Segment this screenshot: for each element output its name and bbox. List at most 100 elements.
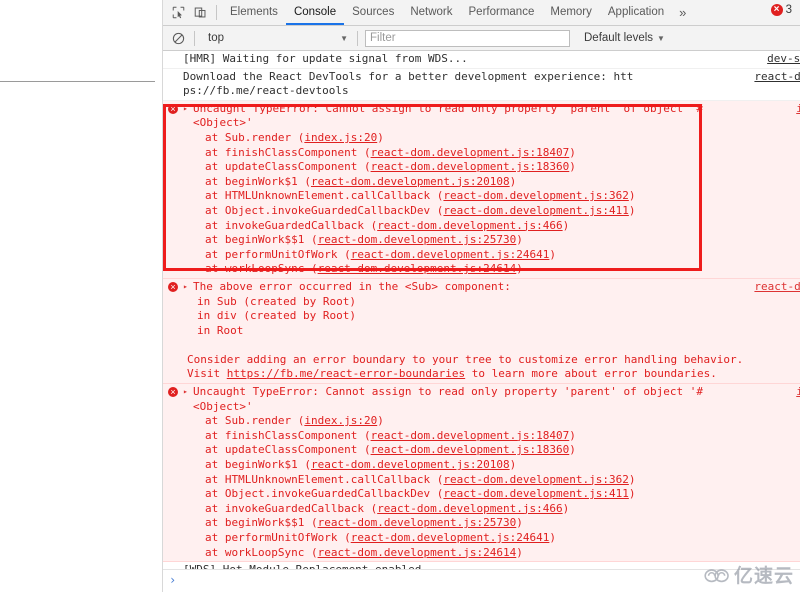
console-message-react-devtools-hint[interactable]: Download the React DevTools for a better… [163,68,800,101]
stack-link[interactable]: react-dom.development.js:24614 [318,262,517,275]
stack-link[interactable]: react-dom.development.js:20108 [311,175,510,188]
message-source-link[interactable]: index. [796,102,800,117]
error-headline: The above error occurred in the <Sub> co… [193,279,511,293]
stack-frame-4[interactable]: at HTMLUnknownElement.callCallback (reac… [183,189,800,204]
stack-close: ) [628,487,636,501]
stack-close: ) [628,472,636,486]
console-message-list[interactable]: [HMR] Waiting for update signal from WDS… [163,51,800,591]
stack-frame-3[interactable]: at beginWork$1 (react-dom.development.js… [183,458,800,473]
console-filter-toolbar: top ▼ Default levels ▼ [163,26,800,51]
error-boundaries-link[interactable]: https://fb.me/react-error-boundaries [227,367,465,380]
error-headline: Uncaught TypeError: Cannot assign to rea… [193,101,703,130]
stack-link[interactable]: react-dom.development.js:411 [443,204,628,217]
more-tabs-icon[interactable]: » [672,5,693,20]
tab-network[interactable]: Network [402,0,460,25]
devtools-tabbar: Elements Console Sources Network Perform… [163,0,800,26]
stack-link[interactable]: react-dom.development.js:18407 [371,429,570,442]
stack-frame-7[interactable]: at beginWork$$1 (react-dom.development.j… [183,233,800,248]
stack-frame-9[interactable]: at workLoopSync (react-dom.development.j… [183,262,800,277]
error-circle-icon: × [770,4,783,16]
console-message-hmr-waiting[interactable]: [HMR] Waiting for update signal from WDS… [163,51,800,69]
page-horizontal-rule [0,81,155,82]
message-source-link[interactable]: dev-server. [767,52,800,67]
stack-frame-4[interactable]: at HTMLUnknownElement.callCallback (reac… [183,473,800,488]
stack-fn: at updateClassComponent ( [205,160,371,174]
stack-fn: at invokeGuardedCallback ( [205,218,378,232]
console-message-typeerror-2[interactable]: × ▸ Uncaught TypeError: Cannot assign to… [163,384,800,563]
tab-memory[interactable]: Memory [542,0,600,25]
stack-link[interactable]: react-dom.development.js:411 [443,487,628,500]
component-stack-line-0: in Sub (created by Root) [197,294,356,308]
stack-fn: at finishClassComponent ( [205,145,371,159]
console-message-typeerror-1[interactable]: × ▸ Uncaught TypeError: Cannot assign to… [163,100,800,279]
tab-application[interactable]: Application [600,0,672,25]
execution-context-value: top [208,32,224,44]
stack-link[interactable]: react-dom.development.js:362 [443,473,628,486]
stack-frame-5[interactable]: at Object.invokeGuardedCallbackDev (reac… [183,204,800,219]
stack-close: ) [516,545,523,559]
message-source-link[interactable]: react-dom.development.js: [754,70,800,85]
stack-link[interactable]: react-dom.development.js:25730 [318,233,517,246]
stack-fn: at beginWork$$1 ( [205,233,318,247]
stack-link[interactable]: index.js:20 [304,414,377,427]
stack-link[interactable]: react-dom.development.js:362 [443,189,628,202]
stack-frame-0[interactable]: at Sub.render (index.js:20) [183,414,800,429]
execution-context-select[interactable]: top ▼ [200,32,352,44]
stack-frame-0[interactable]: at Sub.render (index.js:20) [183,131,800,146]
expand-arrow-icon[interactable]: ▸ [183,280,188,295]
stack-frame-3[interactable]: at beginWork$1 (react-dom.development.js… [183,175,800,190]
stack-frame-8[interactable]: at performUnitOfWork (react-dom.developm… [183,248,800,263]
stack-close: ) [509,458,517,472]
stack-frame-9[interactable]: at workLoopSync (react-dom.development.j… [183,546,800,561]
log-levels-select[interactable]: Default levels ▼ [584,32,665,44]
stack-link[interactable]: react-dom.development.js:466 [377,219,562,232]
stack-frame-8[interactable]: at performUnitOfWork (react-dom.developm… [183,531,800,546]
stack-link[interactable]: index.js:20 [304,131,377,144]
stack-close: ) [377,414,384,428]
tab-console[interactable]: Console [285,0,345,25]
stack-close: ) [562,218,570,232]
stack-link[interactable]: react-dom.development.js:24614 [318,546,517,559]
stack-link[interactable]: react-dom.development.js:18360 [371,160,570,173]
stack-close: ) [549,531,557,544]
stack-fn: at HTMLUnknownElement.callCallback ( [205,189,444,203]
device-toolbar-icon[interactable] [189,2,211,24]
devtools-panel: Elements Console Sources Network Perform… [163,0,800,592]
tab-sources[interactable]: Sources [344,0,402,25]
message-text: [HMR] Waiting for update signal from WDS… [183,52,468,65]
stack-link[interactable]: react-dom.development.js:24641 [351,531,550,544]
web-page-area[interactable] [0,0,163,592]
stack-link[interactable]: react-dom.development.js:18360 [371,443,570,456]
stack-frame-2[interactable]: at updateClassComponent (react-dom.devel… [183,443,800,458]
stack-link[interactable]: react-dom.development.js:24641 [351,248,550,261]
stack-close: ) [628,203,636,217]
stack-link[interactable]: react-dom.development.js:25730 [318,516,517,529]
stack-frame-7[interactable]: at beginWork$$1 (react-dom.development.j… [183,516,800,531]
clear-console-icon[interactable] [167,27,189,49]
stack-frame-5[interactable]: at Object.invokeGuardedCallbackDev (reac… [183,487,800,502]
stack-frame-1[interactable]: at finishClassComponent (react-dom.devel… [183,429,800,444]
tab-performance[interactable]: Performance [461,0,543,25]
stack-link[interactable]: react-dom.development.js:18407 [371,146,570,159]
message-source-link[interactable]: react-dom.development.js: [754,280,800,295]
error-circle-icon: × [168,281,178,292]
expand-arrow-icon[interactable]: ▸ [183,102,188,117]
inspect-element-icon[interactable] [167,2,189,24]
stack-frame-2[interactable]: at updateClassComponent (react-dom.devel… [183,160,800,175]
expand-arrow-icon[interactable]: ▸ [183,385,188,400]
stack-frame-1[interactable]: at finishClassComponent (react-dom.devel… [183,146,800,161]
stack-frame-6[interactable]: at invokeGuardedCallback (react-dom.deve… [183,219,800,234]
console-message-component-stack[interactable]: × ▸ The above error occurred in the <Sub… [163,278,800,385]
stack-link[interactable]: react-dom.development.js:466 [377,502,562,515]
filterbar-divider-2 [357,30,358,46]
stack-fn: at beginWork$1 ( [205,174,311,188]
stack-fn: at Object.invokeGuardedCallbackDev ( [205,203,444,217]
stack-frame-6[interactable]: at invokeGuardedCallback (react-dom.deve… [183,502,800,517]
tab-elements[interactable]: Elements [222,0,286,25]
stack-link[interactable]: react-dom.development.js:20108 [311,458,510,471]
error-count-badge[interactable]: × 3 [770,4,792,16]
message-source-link[interactable]: index. [796,385,800,400]
error-count-value: 3 [785,4,792,16]
filter-input[interactable] [365,29,570,47]
